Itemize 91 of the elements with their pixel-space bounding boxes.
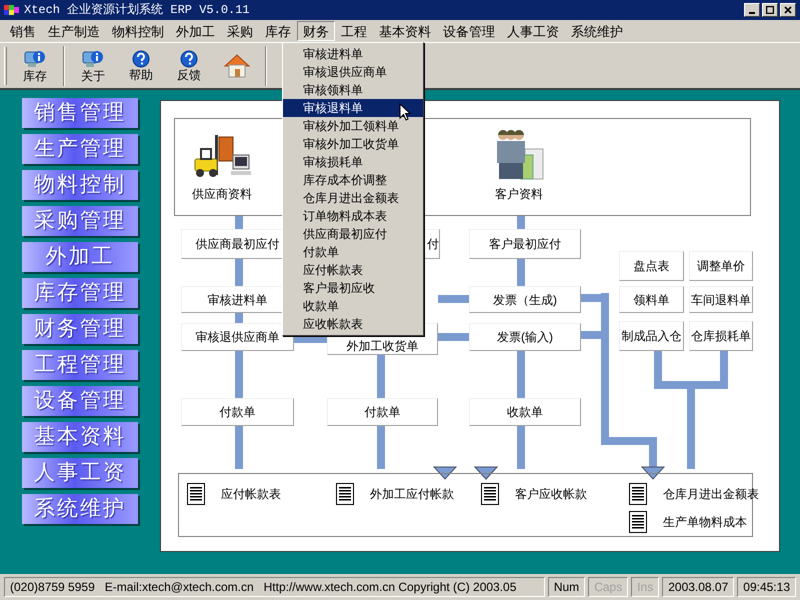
- document-icon: [481, 483, 499, 505]
- menu-item[interactable]: 销售: [4, 21, 42, 41]
- flow-node-button[interactable]: 调整单价: [689, 251, 753, 281]
- sidebar-button[interactable]: 销售管理: [22, 98, 138, 128]
- status-panel: 2003.08.07: [662, 577, 734, 597]
- sidebar-button[interactable]: 系统维护: [22, 494, 138, 524]
- maximize-icon: [766, 6, 774, 14]
- sidebar-button[interactable]: 设备管理: [22, 386, 138, 416]
- flow-node-button[interactable]: 收款单: [469, 398, 581, 426]
- flow-node-button[interactable]: 发票（生成): [469, 286, 581, 313]
- flow-node-button[interactable]: 付款单: [181, 398, 294, 426]
- document-icon: [336, 483, 354, 505]
- sidebar-button[interactable]: 物料控制: [22, 170, 138, 200]
- maximize-button[interactable]: [762, 3, 778, 17]
- connector-line: [235, 259, 243, 286]
- dropdown-item[interactable]: 审核外加工收货单: [283, 135, 423, 153]
- menu-item[interactable]: 采购: [221, 21, 259, 41]
- source-label: 客户资料: [495, 186, 543, 203]
- computer-info-icon: [82, 48, 104, 68]
- connector-line: [294, 335, 327, 343]
- connector-line: [235, 313, 243, 323]
- dropdown-item[interactable]: 审核退供应商单: [283, 63, 423, 81]
- connector-line: [235, 216, 243, 229]
- dropdown-item[interactable]: 审核损耗单: [283, 153, 423, 171]
- sidebar-button[interactable]: 采购管理: [22, 206, 138, 236]
- menu-item[interactable]: 人事工资: [501, 21, 565, 41]
- window-title: Xtech 企业资源计划系统 ERP V5.0.11: [24, 2, 250, 19]
- flow-node-button[interactable]: 车间退料单: [689, 286, 753, 313]
- computer-info-icon: [24, 48, 46, 68]
- help-icon: [180, 50, 198, 68]
- dropdown-item[interactable]: 审核进料单: [283, 45, 423, 63]
- sidebar-button[interactable]: 基本资料: [22, 422, 138, 452]
- menu-item[interactable]: 财务: [297, 21, 335, 41]
- home-icon: [223, 52, 251, 78]
- connector-line: [235, 351, 243, 398]
- dropdown-item[interactable]: 审核领料单: [283, 81, 423, 99]
- flow-node-button[interactable]: 付款单: [327, 398, 438, 426]
- menu-item[interactable]: 设备管理: [437, 21, 501, 41]
- document-icon: [629, 511, 647, 533]
- connector-line: [517, 259, 525, 286]
- menu-item[interactable]: 基本资料: [373, 21, 437, 41]
- mouse-cursor-icon: [399, 103, 411, 121]
- flow-node-button[interactable]: 制成品入仓: [619, 321, 684, 351]
- help-icon: [132, 50, 150, 68]
- status-panel: (020)8759 5959 E-mail:xtech@xtech.com.cn Http://www.xtech.com.cn Copyright (C) 2003.05: [4, 577, 545, 597]
- sidebar-button[interactable]: 外加工: [22, 242, 138, 272]
- toolbar-button[interactable]: 反馈: [165, 44, 213, 86]
- sidebar-button[interactable]: 人事工资: [22, 458, 138, 488]
- connector-line: [517, 216, 525, 229]
- sidebar-button[interactable]: 生产管理: [22, 134, 138, 164]
- sidebar-button[interactable]: 财务管理: [22, 314, 138, 344]
- menu-item[interactable]: 外加工: [170, 21, 221, 41]
- minimize-button[interactable]: [744, 3, 760, 17]
- report-link[interactable]: 外加工应付帐款: [362, 485, 454, 503]
- flow-node-button[interactable]: 盘点表: [619, 251, 684, 281]
- toolbar-button[interactable]: 帮助: [117, 44, 165, 86]
- menu-item[interactable]: 库存: [259, 21, 297, 41]
- sidebar-button[interactable]: 工程管理: [22, 350, 138, 380]
- dropdown-item[interactable]: 库存成本价调整: [283, 171, 423, 189]
- menu-item[interactable]: 物料控制: [106, 21, 170, 41]
- report-link[interactable]: 客户应收帐款: [507, 485, 587, 503]
- menu-item[interactable]: 工程: [335, 21, 373, 41]
- sidebar-button[interactable]: 库存管理: [22, 278, 138, 308]
- flow-node-button[interactable]: 客户最初应付: [469, 229, 581, 259]
- report-link[interactable]: 应付帐款表: [213, 485, 281, 503]
- dropdown-item[interactable]: 审核退料单: [283, 99, 423, 117]
- toolbar-button[interactable]: 关于: [69, 44, 117, 86]
- close-icon: [784, 6, 792, 14]
- source-label: 供应商资料: [192, 186, 252, 203]
- menu-item[interactable]: 系统维护: [565, 21, 629, 41]
- document-icon: [629, 483, 647, 505]
- report-link[interactable]: 生产单物料成本: [655, 513, 747, 531]
- report-link[interactable]: 仓库月进出金额表: [655, 485, 759, 503]
- flow-node-button[interactable]: 仓库损耗单: [689, 321, 753, 351]
- app-logo-icon: [4, 3, 20, 17]
- dropdown-item[interactable]: 订单物料成本表: [283, 207, 423, 225]
- flow-node-button[interactable]: 审核退供应商单: [181, 323, 294, 351]
- status-panel: 09:45:13: [737, 577, 796, 597]
- connector-line: [517, 351, 525, 398]
- dropdown-item[interactable]: 仓库月进出金额表: [283, 189, 423, 207]
- toolbar-button[interactable]: 库存: [11, 44, 59, 86]
- document-icon: [187, 483, 205, 505]
- flow-node-button[interactable]: 领料单: [619, 286, 684, 313]
- connector-line: [438, 333, 469, 341]
- connector-line: [438, 295, 469, 303]
- close-button[interactable]: [780, 3, 796, 17]
- dropdown-item[interactable]: 审核外加工领料单: [283, 117, 423, 135]
- status-panel: Num: [548, 577, 586, 597]
- dropdown-item[interactable]: 应付帐款表: [283, 261, 423, 279]
- menu-item[interactable]: 生产制造: [42, 21, 106, 41]
- flow-node-button[interactable]: 发票(输入): [469, 323, 581, 351]
